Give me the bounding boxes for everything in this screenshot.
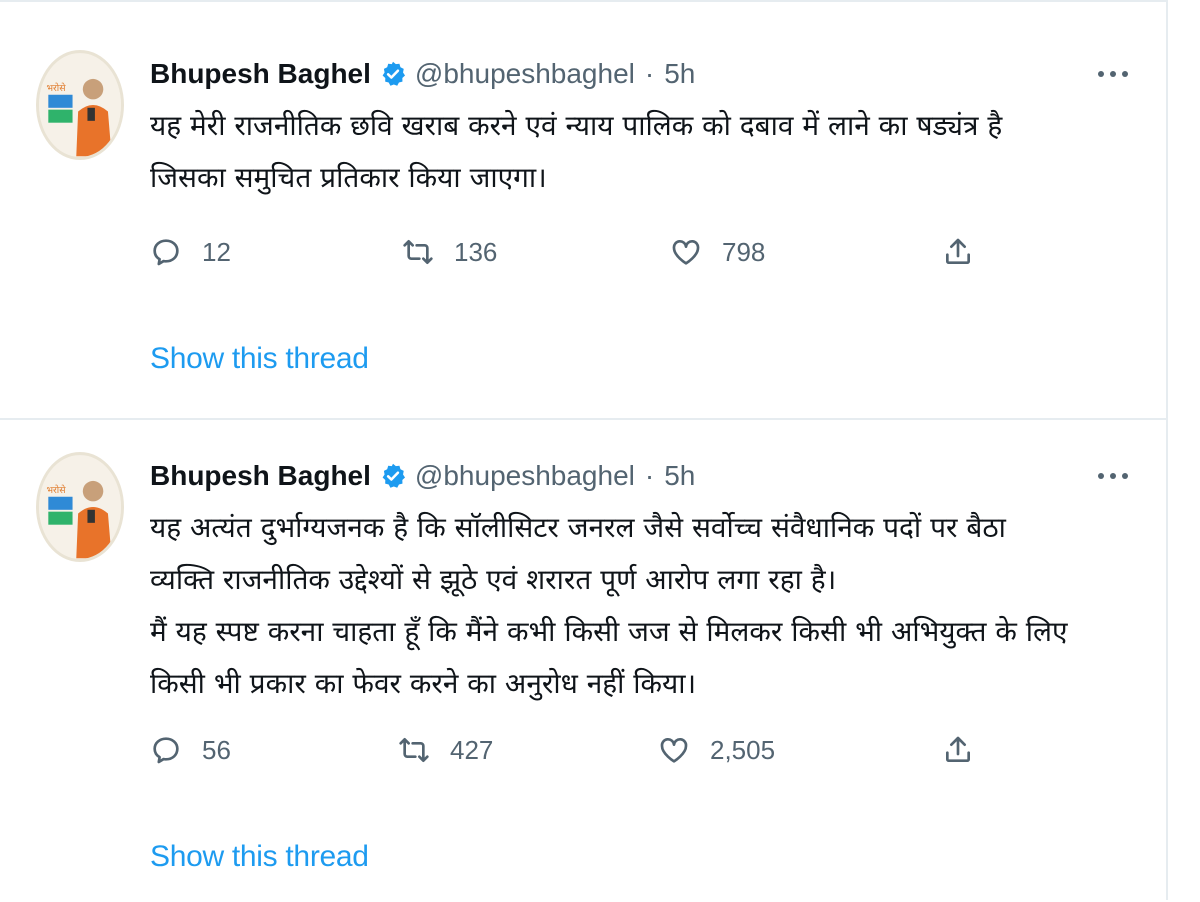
verified-badge-icon bbox=[382, 61, 405, 86]
retweet-count: 136 bbox=[454, 236, 498, 267]
author-name[interactable]: Bhupesh Baghel bbox=[150, 58, 371, 90]
retweet-icon bbox=[399, 738, 429, 762]
share-upload-icon bbox=[946, 736, 970, 762]
avatar[interactable]: भरोसे bbox=[36, 50, 124, 160]
like-button[interactable]: 2,505 bbox=[658, 730, 775, 770]
author-name[interactable]: Bhupesh Baghel bbox=[150, 460, 371, 492]
tweet-header: Bhupesh Baghel @bhupeshbaghel · 5h bbox=[150, 456, 695, 496]
like-button[interactable]: 798 bbox=[670, 232, 765, 272]
avatar-image: भरोसे bbox=[39, 53, 121, 157]
tweet-header: Bhupesh Baghel @bhupeshbaghel · 5h bbox=[150, 54, 695, 94]
share-button[interactable] bbox=[942, 232, 974, 272]
show-thread-link[interactable]: Show this thread bbox=[150, 342, 369, 376]
separator-dot: · bbox=[644, 460, 655, 491]
author-handle[interactable]: @bhupeshbaghel bbox=[415, 58, 635, 90]
svg-text:भरोसे: भरोसे bbox=[46, 484, 66, 496]
reply-count: 56 bbox=[202, 734, 231, 765]
more-dots-icon[interactable] bbox=[1096, 68, 1130, 80]
timeline-feed: भरोसे Bhupesh Baghel @bhupeshbaghel · 5h bbox=[0, 0, 1168, 900]
svg-text:भरोसे: भरोसे bbox=[46, 82, 66, 94]
tweet-timestamp[interactable]: 5h bbox=[664, 58, 695, 90]
reply-button[interactable]: 12 bbox=[150, 232, 231, 272]
author-handle[interactable]: @bhupeshbaghel bbox=[415, 460, 635, 492]
tweet-text-line: किसी भी प्रकार का फेवर करने का अनुरोध नह… bbox=[150, 667, 697, 700]
tweet[interactable]: भरोसे Bhupesh Baghel @bhupeshbaghel · 5h bbox=[0, 420, 1166, 902]
tweet[interactable]: भरोसे Bhupesh Baghel @bhupeshbaghel · 5h bbox=[0, 16, 1166, 420]
tweet-text-line: मैं यह स्पष्ट करना चाहता हूँ कि मैंने कभ… bbox=[150, 615, 1068, 648]
reply-count: 12 bbox=[202, 236, 231, 267]
reply-button[interactable]: 56 bbox=[150, 730, 231, 770]
heart-icon bbox=[672, 240, 700, 265]
like-count: 798 bbox=[722, 236, 766, 267]
tweet-text-line: यह मेरी राजनीतिक छवि खराब करने एवं न्याय… bbox=[150, 109, 1003, 142]
heart-icon bbox=[660, 738, 688, 763]
reply-bubble-icon bbox=[153, 737, 179, 764]
tweet-timestamp[interactable]: 5h bbox=[664, 460, 695, 492]
share-upload-icon bbox=[946, 238, 970, 264]
more-dots-icon[interactable] bbox=[1096, 470, 1130, 482]
retweet-button[interactable]: 427 bbox=[398, 730, 493, 770]
share-button[interactable] bbox=[942, 730, 974, 770]
tweet-actions: 56 427 2,505 bbox=[150, 730, 990, 770]
tweet-text: यह मेरी राजनीतिक छवि खराब करने एवं न्याय… bbox=[150, 100, 1140, 204]
avatar[interactable]: भरोसे bbox=[36, 452, 124, 562]
retweet-icon bbox=[403, 240, 433, 264]
like-count: 2,505 bbox=[710, 734, 776, 765]
tweet-text: यह अत्यंत दुर्भाग्यजनक है कि सॉलीसिटर जन… bbox=[150, 502, 1140, 710]
avatar-image: भरोसे bbox=[39, 455, 121, 559]
tweet-actions: 12 136 798 bbox=[150, 232, 990, 272]
tweet-text-line: व्यक्ति राजनीतिक उद्देश्यों से झूठे एवं … bbox=[150, 563, 837, 596]
retweet-count: 427 bbox=[450, 734, 494, 765]
verified-badge-icon bbox=[382, 463, 405, 488]
retweet-button[interactable]: 136 bbox=[402, 232, 497, 272]
tweet-text-line: यह अत्यंत दुर्भाग्यजनक है कि सॉलीसिटर जन… bbox=[150, 511, 1006, 544]
show-thread-link[interactable]: Show this thread bbox=[150, 840, 369, 874]
reply-bubble-icon bbox=[153, 239, 179, 266]
separator-dot: · bbox=[644, 58, 655, 89]
tweet-text-line: जिसका समुचित प्रतिकार किया जाएगा। bbox=[150, 161, 547, 194]
